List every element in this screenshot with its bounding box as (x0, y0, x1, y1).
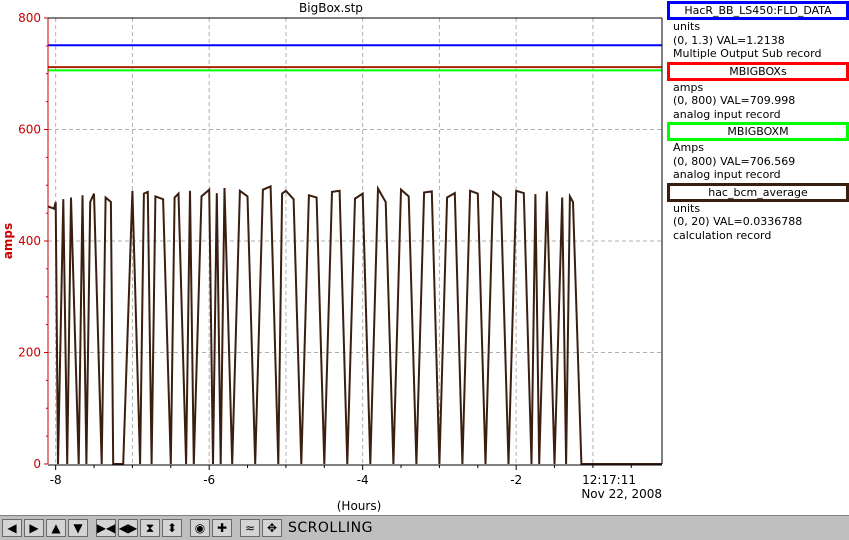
legend-range-val-2: (0, 800) VAL=706.569 (673, 154, 796, 168)
zoom-in-y-icon: ⧗ (145, 521, 155, 535)
legend-name-1[interactable]: MBIGBOXs (667, 61, 849, 81)
target-icon: ◉ (194, 521, 206, 535)
x-axis-label: (Hours) (337, 499, 382, 513)
scroll-down-button[interactable]: ▼ (68, 519, 88, 537)
scroll-mode-icon: ≈ (244, 521, 256, 535)
zoom-out-y-icon: ⬍ (166, 521, 178, 535)
legend-record-2: analog input record (673, 168, 781, 181)
scroll-status: SCROLLING (288, 520, 373, 536)
time-label: 12:17:11 (582, 473, 636, 487)
x-tick-label: -2 (510, 473, 522, 487)
y-axis-label: amps (1, 223, 15, 259)
arrow-left-icon: ◀ (7, 521, 17, 535)
x-tick-label: -4 (357, 473, 369, 487)
zoom-in-y-button[interactable]: ⧗ (140, 519, 160, 537)
scroll-mode-button[interactable]: ≈ (240, 519, 260, 537)
legend-units-3: units (673, 201, 701, 215)
series-traces (47, 44, 662, 465)
x-tick-label: -8 (50, 473, 62, 487)
legend-record-1: analog input record (673, 107, 781, 121)
legend-range-val-3: (0, 20) VAL=0.0336788 (673, 215, 803, 228)
auto-scale-button[interactable]: ◉ (190, 519, 210, 537)
legend-range-val-1: (0, 800) VAL=709.998 (673, 94, 796, 107)
legend-name-0[interactable]: HacR_BB_LS450:FLD_DATA (667, 1, 849, 20)
y-tick-label: 200 (18, 346, 41, 360)
scroll-right-button[interactable]: ▶ (24, 519, 44, 537)
pan-icon: ✥ (266, 521, 278, 535)
legend-units-0: units (673, 20, 701, 33)
zoom-out-y-button[interactable]: ⬍ (162, 519, 182, 537)
arrow-right-icon: ▶ (29, 521, 39, 535)
zoom-out-x-button[interactable]: ◀▶ (118, 519, 138, 537)
toolbar: ◀ ▶ ▲ ▼ ▶◀ ◀▶ ⧗ ⬍ ◉ ✚ ≈ ✥ SCROLLING (0, 515, 849, 540)
arrow-up-icon: ▲ (51, 521, 61, 535)
zoom-in-x-button[interactable]: ▶◀ (96, 519, 116, 537)
date-label: Nov 22, 2008 (581, 487, 662, 501)
x-tick-label: -6 (203, 473, 215, 487)
plus-icon: ✚ (216, 521, 228, 535)
scroll-up-button[interactable]: ▲ (46, 519, 66, 537)
add-button[interactable]: ✚ (212, 519, 232, 537)
arrow-down-icon: ▼ (73, 521, 83, 535)
legend-units-1: amps (673, 80, 704, 94)
legend-name-2[interactable]: MBIGBOXM (667, 122, 849, 141)
scroll-left-button[interactable]: ◀ (2, 519, 22, 537)
y-tick-label: 0 (33, 457, 41, 471)
legend-record-3: calculation record (673, 228, 772, 242)
chart-title: BigBox.stp (299, 1, 363, 15)
pan-button[interactable]: ✥ (262, 519, 282, 537)
y-tick-label: 400 (18, 234, 41, 248)
legend-record-0: Multiple Output Sub record (673, 47, 822, 60)
series-line-3 (47, 184, 662, 465)
legend-units-2: Amps (673, 141, 704, 154)
zoom-out-x-icon: ◀▶ (118, 521, 138, 535)
legend-name-3[interactable]: hac_bcm_average (667, 182, 849, 202)
y-tick-label: 600 (18, 123, 41, 137)
legend-range-val-0: (0, 1.3) VAL=1.2138 (673, 33, 785, 47)
zoom-in-x-icon: ▶◀ (96, 521, 116, 535)
legend-panel: HacR_BB_LS450:FLD_DATA units (0, 1.3) VAL=… (667, 0, 849, 242)
